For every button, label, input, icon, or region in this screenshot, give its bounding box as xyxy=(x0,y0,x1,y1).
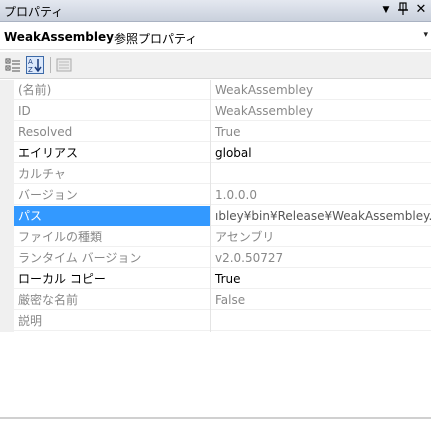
property-name: エイリアス xyxy=(14,143,210,163)
row-margin xyxy=(0,164,14,185)
property-name: 説明 xyxy=(14,311,210,331)
property-row-version[interactable]: バージョン 1.0.0.0 xyxy=(0,185,431,206)
window-title: プロパティ xyxy=(4,5,64,19)
property-name: パス xyxy=(14,206,210,226)
selected-object-name: WeakAssembley xyxy=(4,30,114,44)
property-row-aliases[interactable]: エイリアス global xyxy=(0,143,431,164)
property-row-runtime-version[interactable]: ランタイム バージョン v2.0.50727 xyxy=(0,248,431,269)
property-row-path[interactable]: パス ıbley¥bin¥Release¥WeakAssembley.d xyxy=(0,206,431,227)
property-name: ID xyxy=(14,101,210,121)
properties-toolbar: A Z xyxy=(0,52,431,79)
property-row-resolved[interactable]: Resolved True xyxy=(0,122,431,143)
property-name: 厳密な名前 xyxy=(14,290,210,310)
property-name: カルチャ xyxy=(14,164,210,184)
property-grid: (名前) WeakAssembley ID WeakAssembley Reso… xyxy=(0,80,431,332)
property-row-file-type[interactable]: ファイルの種類 アセンブリ xyxy=(0,227,431,248)
window-position-dropdown-icon[interactable]: ▼ xyxy=(378,2,394,18)
property-value[interactable]: WeakAssembley xyxy=(211,80,431,100)
svg-text:Z: Z xyxy=(28,66,33,73)
property-name: バージョン xyxy=(14,185,210,205)
row-margin xyxy=(0,311,14,332)
row-margin xyxy=(0,101,14,122)
pin-icon-graphic xyxy=(398,2,408,15)
object-selector-dropdown-icon[interactable]: ▾ xyxy=(423,30,428,40)
property-value[interactable] xyxy=(211,311,431,331)
property-value[interactable]: v2.0.50727 xyxy=(211,248,431,268)
property-pages-button[interactable] xyxy=(55,56,73,74)
property-row-description[interactable]: 説明 xyxy=(0,311,431,332)
description-pane-splitter[interactable] xyxy=(0,417,431,419)
row-margin xyxy=(0,269,14,290)
pin-icon[interactable] xyxy=(395,2,411,18)
svg-text:A: A xyxy=(28,58,33,66)
property-row-culture[interactable]: カルチャ xyxy=(0,164,431,185)
object-selector[interactable]: WeakAssembley 参照プロパティ ▾ xyxy=(0,24,431,50)
property-value[interactable]: True xyxy=(211,122,431,142)
row-margin xyxy=(0,206,14,227)
property-value[interactable] xyxy=(211,164,431,184)
property-name: ランタイム バージョン xyxy=(14,248,210,268)
property-row-strong-name[interactable]: 厳密な名前 False xyxy=(0,290,431,311)
property-name: ファイルの種類 xyxy=(14,227,210,247)
property-name: (名前) xyxy=(14,80,210,100)
property-value[interactable]: True xyxy=(211,269,431,289)
property-row-copy-local[interactable]: ローカル コピー True xyxy=(0,269,431,290)
property-row-id[interactable]: ID WeakAssembley xyxy=(0,101,431,122)
sort-alphabetical-icon: A Z xyxy=(28,58,42,74)
row-margin xyxy=(0,290,14,311)
alphabetical-view-button[interactable]: A Z xyxy=(26,56,44,74)
property-value[interactable]: False xyxy=(211,290,431,310)
close-icon[interactable]: ✕ xyxy=(413,2,429,18)
property-row-name[interactable]: (名前) WeakAssembley xyxy=(0,80,431,101)
property-value[interactable]: 1.0.0.0 xyxy=(211,185,431,205)
toolbar-separator xyxy=(50,57,51,73)
property-value[interactable]: ıbley¥bin¥Release¥WeakAssembley.d xyxy=(211,206,431,226)
categorized-icon xyxy=(5,58,20,72)
categorized-view-button[interactable] xyxy=(4,56,22,74)
property-name: Resolved xyxy=(14,122,210,142)
row-margin xyxy=(0,122,14,143)
property-value[interactable]: アセンブリ xyxy=(211,227,431,247)
property-name: ローカル コピー xyxy=(14,269,210,289)
property-value[interactable]: WeakAssembley xyxy=(211,101,431,121)
property-pages-icon xyxy=(56,58,72,72)
row-margin xyxy=(0,80,14,101)
selected-object-type: 参照プロパティ xyxy=(114,32,198,46)
row-margin xyxy=(0,185,14,206)
row-margin xyxy=(0,227,14,248)
property-value[interactable]: global xyxy=(211,143,431,163)
properties-title-bar: プロパティ ▼ ✕ xyxy=(0,0,431,22)
row-margin xyxy=(0,248,14,269)
row-margin xyxy=(0,143,14,164)
